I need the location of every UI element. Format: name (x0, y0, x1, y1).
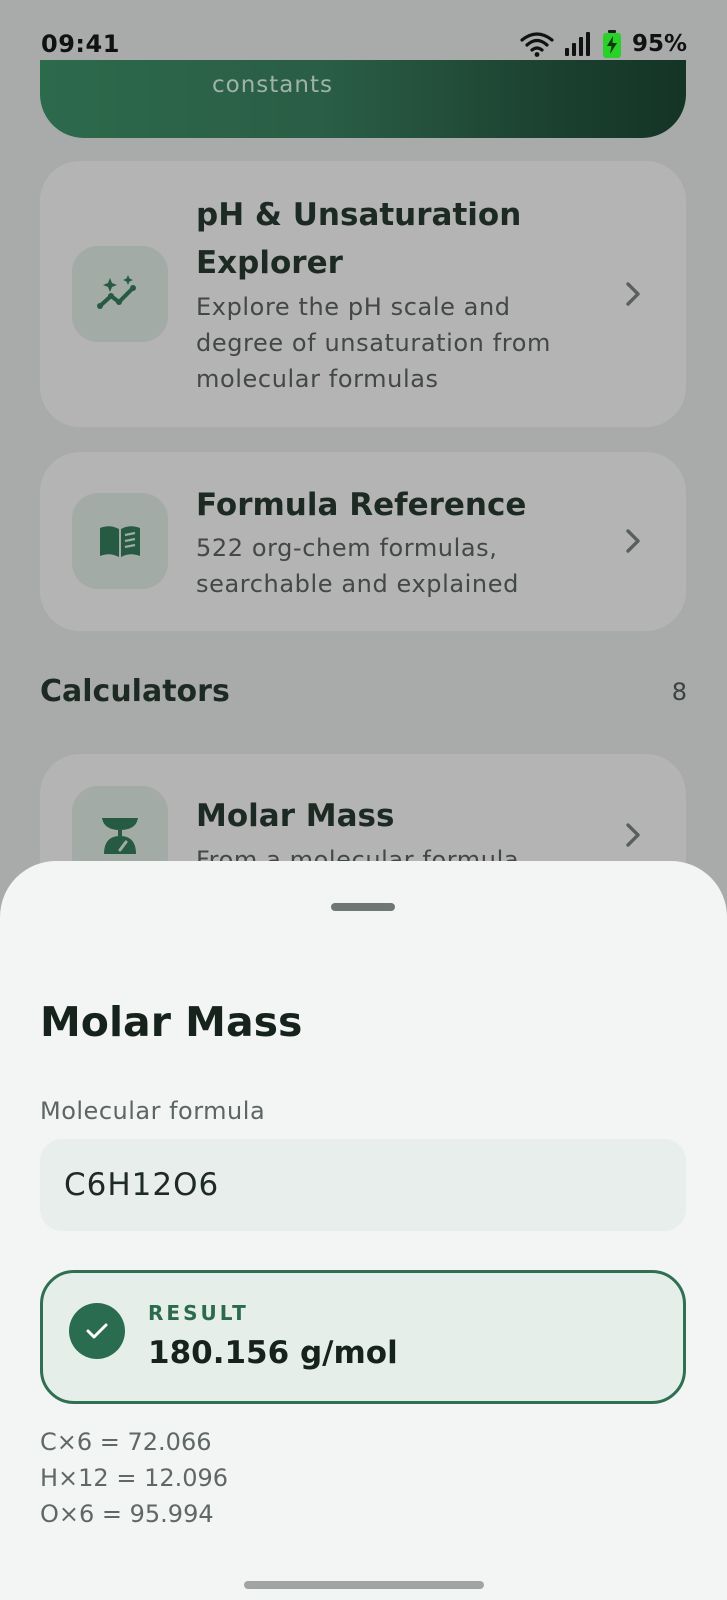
sparkle-chart-icon (72, 246, 168, 342)
home-indicator[interactable] (244, 1581, 484, 1589)
chevron-right-icon (626, 529, 640, 553)
card-title-line1: pH & Unsaturation (196, 197, 522, 233)
breakdown-line: H×12 = 12.096 (40, 1464, 229, 1492)
open-book-icon (72, 493, 168, 589)
sheet-title: Molar Mass (40, 998, 303, 1046)
battery-charging-icon (602, 30, 621, 58)
drag-handle[interactable] (331, 903, 395, 911)
mass-breakdown: C×6 = 72.066 H×12 = 12.096 O×6 = 95.994 (40, 1424, 228, 1532)
molar-mass-sheet: Molar Mass Molecular formula RESULT 180.… (0, 861, 727, 1600)
card-desc-line1: 522 org-chem formulas, (196, 534, 498, 562)
hero-card[interactable]: constants (40, 60, 686, 138)
section-count: 8 (671, 678, 687, 706)
formula-reference-card[interactable]: Formula Reference 522 org-chem formulas,… (40, 452, 686, 631)
result-value: 180.156 g/mol (148, 1335, 398, 1371)
card-desc-line3: molecular formulas (196, 365, 439, 393)
card-desc-line1: Explore the pH scale and (196, 293, 511, 321)
formula-input[interactable] (40, 1139, 686, 1231)
battery-percentage: 95% (631, 31, 687, 57)
card-desc-line2: degree of unsaturation from (196, 329, 551, 357)
ph-unsaturation-explorer-card[interactable]: pH & Unsaturation Explorer Explore the p… (40, 161, 686, 427)
check-icon (69, 1303, 125, 1359)
breakdown-line: C×6 = 72.066 (40, 1428, 212, 1456)
status-icons: 95% (520, 28, 687, 60)
result-label: RESULT (148, 1301, 249, 1325)
chevron-right-icon (626, 282, 640, 306)
formula-field-label: Molecular formula (40, 1097, 266, 1125)
breakdown-line: O×6 = 95.994 (40, 1500, 214, 1528)
card-title: Molar Mass (196, 798, 395, 834)
card-title-line2: Explorer (196, 245, 343, 281)
signal-icon (564, 32, 590, 56)
status-time: 09:41 (41, 30, 120, 58)
card-desc-line2: searchable and explained (196, 570, 519, 598)
hero-subtitle: constants (212, 72, 333, 98)
section-title: Calculators (40, 674, 230, 709)
wifi-icon (520, 32, 554, 57)
result-box: RESULT 180.156 g/mol (40, 1270, 686, 1404)
card-title: Formula Reference (196, 487, 527, 523)
app-screen: 09:41 95% constants pH & Unsaturation Ex… (0, 0, 727, 1600)
chevron-right-icon (626, 823, 640, 847)
